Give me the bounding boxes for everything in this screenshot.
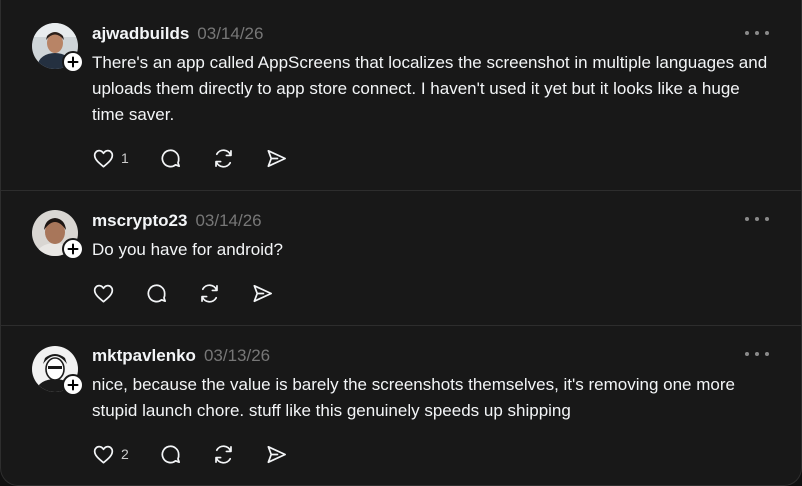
like-button[interactable]: 2 (92, 442, 129, 466)
follow-plus-icon[interactable] (62, 374, 84, 396)
username[interactable]: mscrypto23 (92, 211, 187, 231)
share-icon (267, 445, 286, 463)
post-date[interactable]: 03/13/26 (204, 346, 270, 366)
share-button[interactable] (265, 442, 288, 466)
repost-button[interactable] (212, 146, 235, 170)
share-button[interactable] (265, 146, 288, 170)
more-icon[interactable] (745, 214, 769, 224)
comment-icon (161, 149, 180, 167)
reply-text: Do you have for android? (92, 240, 283, 259)
comment-icon (147, 284, 166, 302)
avatar[interactable] (32, 346, 84, 396)
share-button[interactable] (251, 281, 274, 305)
like-button[interactable] (92, 281, 121, 305)
more-icon[interactable] (745, 349, 769, 359)
like-count: 2 (121, 446, 129, 462)
username[interactable]: mktpavlenko (92, 346, 196, 366)
reply-post: mktpavlenko 03/13/26 nice, because the v… (1, 326, 801, 485)
reply-header: ajwadbuilds 03/14/26 (92, 24, 263, 44)
more-icon[interactable] (745, 28, 769, 38)
share-icon (253, 284, 272, 302)
share-icon (267, 149, 286, 167)
heart-icon (93, 284, 114, 303)
follow-plus-icon[interactable] (62, 238, 84, 260)
comment-button[interactable] (159, 146, 182, 170)
heart-icon (93, 445, 114, 464)
repost-icon (215, 148, 232, 168)
reply-text: nice, because the value is barely the sc… (92, 375, 735, 420)
reply-header: mktpavlenko 03/13/26 (92, 346, 270, 366)
username[interactable]: ajwadbuilds (92, 24, 189, 44)
like-button[interactable]: 1 (92, 146, 129, 170)
like-count: 1 (121, 150, 129, 166)
post-date[interactable]: 03/14/26 (197, 24, 263, 44)
replies-panel: ajwadbuilds 03/14/26 There's an app call… (0, 0, 802, 486)
comment-button[interactable] (159, 442, 182, 466)
comment-button[interactable] (145, 281, 168, 305)
reply-text: There's an app called AppScreens that lo… (92, 53, 768, 124)
comment-icon (161, 445, 180, 463)
repost-icon (215, 444, 232, 464)
reply-post: mscrypto23 03/14/26 Do you have for andr… (1, 191, 801, 325)
repost-button[interactable] (198, 281, 221, 305)
repost-icon (201, 283, 218, 303)
reply-header: mscrypto23 03/14/26 (92, 211, 262, 231)
post-date[interactable]: 03/14/26 (195, 211, 261, 231)
avatar[interactable] (32, 23, 84, 73)
repost-button[interactable] (212, 442, 235, 466)
heart-icon (93, 149, 114, 168)
follow-plus-icon[interactable] (62, 51, 84, 73)
avatar[interactable] (32, 210, 84, 260)
reply-post: ajwadbuilds 03/14/26 There's an app call… (1, 0, 801, 190)
